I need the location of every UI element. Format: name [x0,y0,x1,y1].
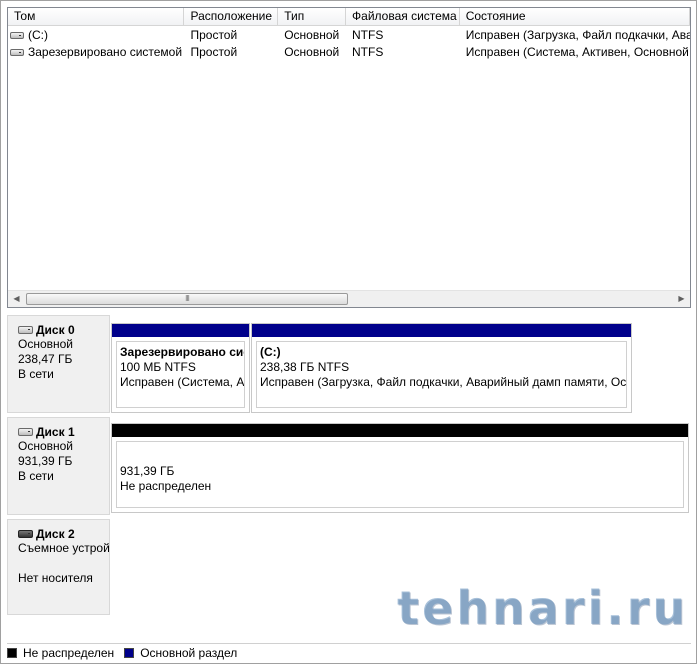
partition-bar [112,424,688,437]
drive-icon [10,32,24,39]
volume-list-rows: (C:) Простой Основной NTFS Исправен (Заг… [8,27,690,61]
legend-label: Не распределен [23,646,115,660]
disk-kind: Съемное устройство [18,541,109,555]
disk-2-label[interactable]: Диск 2 Съемное устройство Нет носителя [7,519,110,615]
disk-state: Нет носителя [18,571,93,585]
volume-filesystem: NTFS [352,45,384,59]
volume-type: Основной [284,45,340,59]
disk-0-label[interactable]: Диск 0 Основной 238,47 ГБ В сети [7,315,110,413]
column-header-layout[interactable]: Расположение [184,8,279,26]
column-header-type[interactable]: Тип [278,8,347,26]
volume-status: Исправен (Система, Активен, Основной р [465,45,690,59]
volume-layout: Простой [190,45,238,59]
legend-item-unallocated: Не распределен [7,646,114,660]
disk-0-row: Диск 0 Основной 238,47 ГБ В сети Зарезер… [7,315,691,413]
partition-size: 931,39 ГБ [120,464,175,478]
volume-type: Основной [284,28,340,42]
partition-size: 238,38 ГБ NTFS [260,360,350,374]
scroll-left-icon[interactable]: ◀ [8,291,25,307]
partition-status: Не распределен [120,479,212,493]
partition-bar [252,324,631,337]
table-row[interactable]: (C:) Простой Основной NTFS Исправен (Заг… [8,27,690,44]
volume-name: Зарезервировано системой [28,45,183,59]
disk-state: В сети [18,469,54,483]
table-row[interactable]: Зарезервировано системой Простой Основно… [8,44,690,61]
column-header-status[interactable]: Состояние [459,8,690,26]
partition-system-reserved[interactable]: Зарезервировано системой 100 МБ NTFS Исп… [111,323,250,413]
scrollbar-thumb[interactable]: III [26,293,348,305]
disk-1-row: Диск 1 Основной 931,39 ГБ В сети 931,39 … [7,417,691,515]
volume-list[interactable]: Том Расположение Тип Файловая система Со… [7,7,691,308]
disk-title: Диск 1 [36,424,75,439]
disk-management-window: Том Расположение Тип Файловая система Со… [0,0,697,664]
legend-swatch-unallocated [7,648,17,658]
partition-name: Зарезервировано системой [120,345,244,359]
legend-label: Основной раздел [140,646,238,660]
disk-1-label[interactable]: Диск 1 Основной 931,39 ГБ В сети [7,417,110,515]
legend-item-primary: Основной раздел [124,646,237,660]
disk-state: В сети [18,367,54,381]
volume-name: (C:) [28,28,48,42]
legend: Не распределен Основной раздел [7,643,691,662]
partition-c[interactable]: (C:) 238,38 ГБ NTFS Исправен (Загрузка, … [251,323,632,413]
disk-kind: Основной [18,337,74,351]
volume-filesystem: NTFS [352,28,384,42]
partition-bar [112,324,249,337]
removable-drive-icon [18,529,33,538]
drive-icon [18,325,33,334]
volume-status: Исправен (Загрузка, Файл подкачки, Ава [465,28,690,42]
volume-name-cell: (C:) [8,27,184,44]
partition-size: 100 МБ NTFS [120,360,196,374]
drive-icon [18,427,33,436]
volume-name-cell: Зарезервировано системой [8,44,184,61]
disk-kind: Основной [18,439,74,453]
column-header-filesystem[interactable]: Файловая система [346,8,460,26]
volume-layout: Простой [190,28,238,42]
partition-status: Исправен (Загрузка, Файл подкачки, Авари… [260,375,626,389]
legend-swatch-primary [124,648,135,658]
disk-title: Диск 2 [36,526,75,541]
watermark-logo: tehnari.ru [397,581,689,635]
partition-unallocated[interactable]: 931,39 ГБ Не распределен [111,423,689,513]
disk-size: 238,47 ГБ [18,352,73,366]
volume-list-header: Том Расположение Тип Файловая система Со… [8,8,690,26]
drive-icon [10,49,24,56]
horizontal-scrollbar[interactable]: ◀ III ▶ [8,290,690,307]
disk-size: 931,39 ГБ [18,454,73,468]
column-header-volume[interactable]: Том [8,8,185,26]
disk-graphical-view: Диск 0 Основной 238,47 ГБ В сети Зарезер… [7,315,691,615]
partition-status: Исправен (Система, Активен, Основной раз… [120,375,244,389]
scroll-right-icon[interactable]: ▶ [673,291,690,307]
partition-name: (C:) [260,345,281,359]
disk-title: Диск 0 [36,322,75,337]
